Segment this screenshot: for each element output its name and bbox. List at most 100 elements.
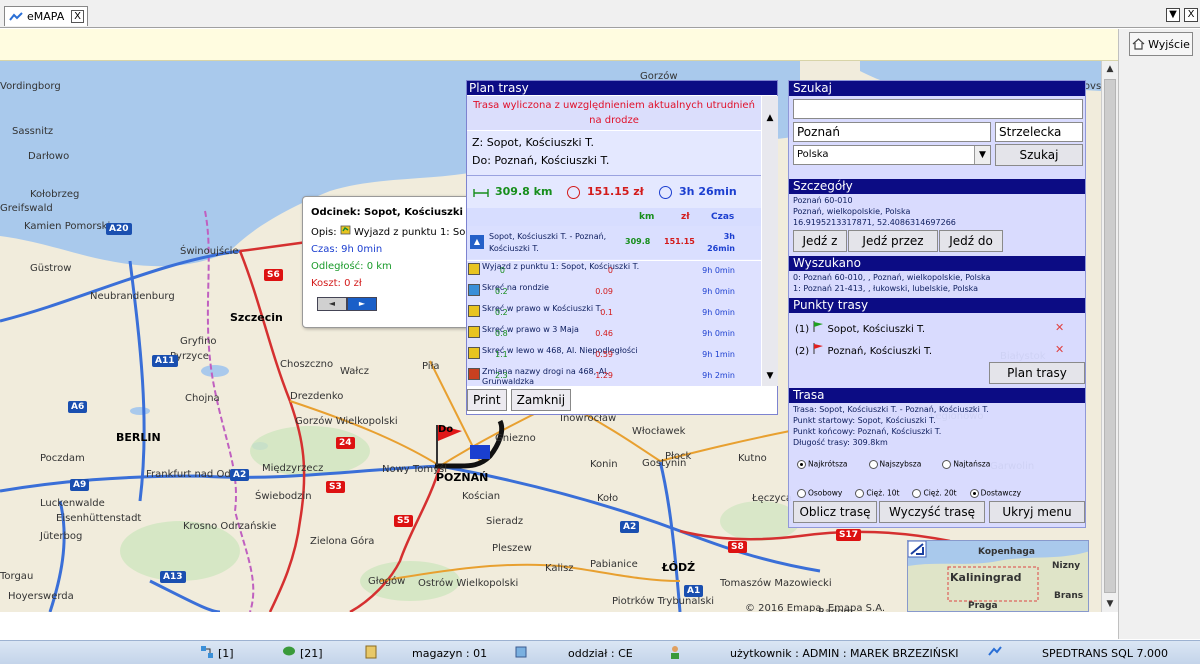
tab-emapa[interactable]: eMAPA X: [4, 6, 88, 26]
popup-odleglosc: Odległość: 0 km: [311, 261, 392, 272]
close-plan-button[interactable]: Zamknij: [510, 389, 572, 411]
country-select[interactable]: Polska ▼: [793, 145, 991, 165]
city-input[interactable]: Poznań: [793, 122, 991, 142]
plan-segment[interactable]: ▲ Sopot, Kościuszki T. - Poznań, Kościus…: [467, 226, 761, 260]
lake: [130, 407, 150, 415]
place-label: Wałcz: [340, 366, 369, 377]
map-copyright: © 2016 Emapa, Emapa S.A.: [745, 603, 886, 612]
row-km: 2.3: [495, 371, 508, 380]
close-tab-icon[interactable]: X: [71, 10, 84, 23]
wyszukano-header: Wyszukano: [789, 256, 1085, 271]
scroll-up-icon[interactable]: ▲: [1102, 61, 1118, 77]
radio-ciez10[interactable]: [855, 488, 865, 498]
search-main-input[interactable]: [793, 99, 1083, 119]
place-label: Ostrów Wielkopolski: [418, 578, 519, 589]
point-name: Poznań, Kościuszki T.: [827, 346, 933, 357]
place-label: Piła: [422, 361, 440, 372]
radio-label: Osobowy: [808, 488, 843, 498]
status-app: SPEDTRANS SQL 7.000: [1042, 647, 1168, 660]
status-user: użytkownik : ADMIN : MAREK BRZEZIŃSKI: [730, 647, 959, 660]
remove-point-1-icon[interactable]: ✕: [1055, 321, 1064, 334]
plan-row[interactable]: Skręć w prawo w 3 Maja 0.8 0.46 9h 0min: [467, 324, 761, 345]
plan-row[interactable]: Skręć w lewo w 468, Al. Niepodległości 1…: [467, 345, 761, 366]
popup-prev-button[interactable]: ◄: [317, 297, 347, 311]
place-label: Poczdam: [40, 453, 85, 464]
exit-button[interactable]: Wyjście: [1129, 32, 1193, 56]
map-scrollbar[interactable]: ▲ ▼: [1101, 61, 1118, 612]
plan-row[interactable]: Zmiana nazwy drogi na 468, Al. Grunwaldz…: [467, 366, 761, 386]
row-km: 0.2: [495, 287, 508, 296]
road-shield: A9: [70, 479, 90, 491]
plan-buttons: Print Zamknij: [467, 389, 572, 415]
minimap-label: Nizny: [1052, 561, 1081, 571]
place-label: Gostynin: [642, 458, 687, 469]
scroll-down-icon[interactable]: ▼: [1102, 596, 1118, 612]
place-label: Choszczno: [280, 359, 334, 370]
ukryj-menu-button[interactable]: Ukryj menu: [989, 501, 1085, 523]
minimap-label: Kopenhaga: [978, 547, 1035, 557]
szczegoly-header: Szczegóły: [789, 179, 1085, 194]
row-zl: 1.29: [595, 371, 613, 380]
print-button[interactable]: Print: [467, 389, 507, 411]
road-a1: [658, 460, 682, 612]
street-input[interactable]: Strzelecka: [995, 122, 1083, 142]
radio-najtansza[interactable]: [942, 459, 952, 469]
plan-trasy-button[interactable]: Plan trasy: [989, 362, 1085, 384]
radio-osobowy[interactable]: [797, 488, 806, 498]
place-label: Świebodzin: [255, 491, 312, 502]
plan-scroll-down-icon[interactable]: ▼: [762, 368, 778, 384]
place-label: Kalisz: [545, 563, 574, 574]
row-czas: 9h 0min: [702, 266, 735, 275]
status-bar: [1] [21] magazyn : 01 oddział : CE użytk…: [0, 640, 1200, 664]
plan-row[interactable]: Wyjazd z punktu 1: Sopot, Kościuszki T. …: [467, 261, 761, 282]
place-label: Kamien Pomorski: [24, 221, 111, 232]
radio-najszybsza[interactable]: [868, 459, 878, 469]
road-shield: A1: [684, 585, 704, 597]
jedz-z-button[interactable]: Jedź z: [793, 230, 847, 252]
popup-next-button[interactable]: ►: [347, 297, 377, 311]
info-bar: [0, 29, 1118, 61]
place-label: Eisenhüttenstadt: [56, 513, 142, 524]
radio-dostawczy[interactable]: [969, 488, 979, 498]
place-label: Luckenwalde: [40, 498, 105, 509]
wyczysc-trase-button[interactable]: Wyczyść trasę: [879, 501, 985, 523]
place-label: ŁÓDŹ: [662, 561, 696, 574]
radio-ciez20[interactable]: [912, 488, 922, 498]
jedz-przez-button[interactable]: Jedź przez: [848, 230, 938, 252]
jedz-do-button[interactable]: Jedź do: [939, 230, 1003, 252]
plan-scrollbar[interactable]: ▲ ▼: [762, 96, 778, 386]
trasa-line-1: Trasa: Sopot, Kościuszki T. - Poznań, Ko…: [793, 405, 989, 414]
row-czas: 9h 0min: [702, 308, 735, 317]
route-point-1[interactable]: (1) Sopot, Kościuszki T.: [795, 321, 925, 335]
place-label: Szczecin: [230, 311, 283, 324]
plan-row[interactable]: Skręć na rondzie 0.2 0.09 9h 0min: [467, 282, 761, 303]
overview-minimap[interactable]: Kopenhaga Kaliningrad Nizny Brans Praga: [907, 540, 1089, 612]
result-0[interactable]: 0: Poznań 60-010, , Poznań, wielkopolski…: [793, 273, 990, 283]
search-button[interactable]: Szukaj: [995, 144, 1083, 166]
chevron-down-icon[interactable]: ▼: [974, 146, 990, 164]
scroll-thumb[interactable]: [1104, 79, 1116, 593]
window-close-button[interactable]: X: [1184, 8, 1198, 22]
road-shield: S5: [394, 515, 413, 527]
radio-label: Cięż. 20t: [923, 488, 957, 498]
popup-opis: Opis: Wyjazd z punktu 1: Sopot, Kościusz…: [311, 224, 473, 238]
row-zl: 0.46: [595, 329, 613, 338]
trasa-line-3: Punkt końcowy: Poznań, Kościuszki T.: [793, 427, 942, 436]
plan-row[interactable]: Skręć w prawo w Kościuszki T. 0.2 0.1 9h…: [467, 303, 761, 324]
window-menu-button[interactable]: ▼: [1166, 8, 1180, 22]
oblicz-trase-button[interactable]: Oblicz trasę: [793, 501, 877, 523]
remove-point-2-icon[interactable]: ✕: [1055, 343, 1064, 356]
plan-scroll-up-icon[interactable]: ▲: [762, 110, 778, 126]
place-label: Sassnitz: [12, 126, 54, 137]
route-point-2[interactable]: (2) Poznań, Kościuszki T.: [795, 343, 932, 357]
result-1[interactable]: 1: Poznań 21-413, , łukowski, lubelskie,…: [793, 284, 978, 294]
plan-table-header: km zł Czas: [467, 208, 761, 226]
place-label: Zielona Góra: [310, 536, 375, 547]
place-label: Vordingborg: [0, 81, 61, 92]
row-czas: 9h 1min: [702, 350, 735, 359]
collapse-icon[interactable]: ▲: [470, 235, 484, 249]
place-label: Tomaszów Mazowiecki: [720, 578, 832, 589]
popup-opis-value: Wyjazd z punktu 1: Sopot, Kościuszki T.: [353, 227, 473, 238]
row-zl: 0.1: [600, 308, 613, 317]
radio-najkrotsza[interactable]: [797, 459, 806, 469]
